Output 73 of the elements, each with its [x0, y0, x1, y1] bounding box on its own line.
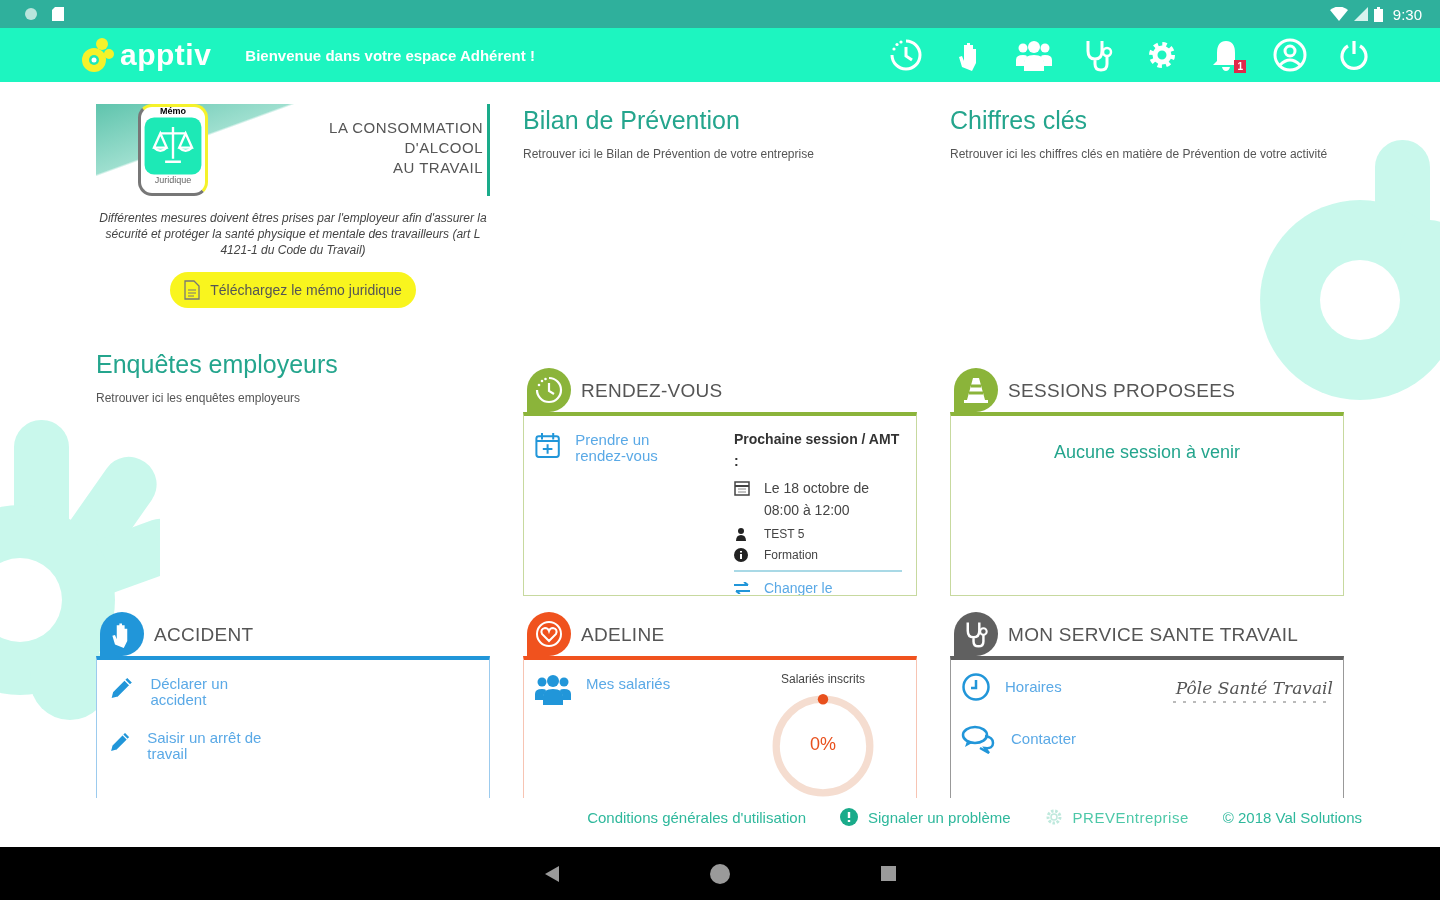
back-icon: [544, 865, 559, 882]
swap-icon: [734, 582, 750, 594]
clock-icon: [889, 38, 923, 72]
battery-icon: [1373, 6, 1383, 22]
gauge-label: Salariés inscrits: [781, 672, 865, 686]
session-type: Formation: [764, 547, 819, 563]
empty-sessions-message: Aucune session à venir: [1052, 442, 1242, 463]
section-title[interactable]: Bilan de Prévention: [523, 104, 917, 135]
service-logo: Pôle Santé Travail: [1173, 672, 1333, 776]
section-description: Retrouver ici le Bilan de Prévention de votre entreprise: [523, 147, 815, 162]
card-title: SESSIONS PROPOSEES: [1008, 380, 1236, 403]
memo-title-line: D'ALCOOL: [404, 138, 483, 158]
back-button[interactable]: [544, 865, 559, 882]
clock-time: 9:30: [1392, 5, 1422, 23]
session-date: Le 18 octobre de 08:00 à 12:00: [764, 479, 871, 520]
card-title: MON SERVICE SANTE TRAVAIL: [1008, 624, 1299, 647]
terms-link[interactable]: Conditions générales d'utilisation: [587, 808, 806, 826]
section-title[interactable]: Chiffres clés: [950, 104, 1344, 135]
logo-icon: [80, 36, 114, 74]
person-icon: [734, 527, 748, 541]
home-icon: [708, 862, 731, 885]
notification-icon: [24, 7, 38, 21]
memo-description: Différentes mesures doivent êtres prises par l'employeur afin d'assurer la sécurité et protéger la santé physique et mentale des travailleurs (art L 4121-1 du Code du Travail): [98, 210, 488, 258]
welcome-message: Bienvenue dans votre espace Adhérent !: [245, 46, 535, 64]
session-person: TEST 5: [764, 526, 805, 542]
group-icon: [534, 672, 572, 706]
app-logo: apptiv: [120, 38, 212, 72]
clock-icon: [961, 672, 991, 702]
document-icon: [184, 280, 201, 300]
memo-subtag: Juridique: [154, 176, 192, 185]
section-title[interactable]: Enquêtes employeurs: [96, 348, 490, 379]
recents-icon: [880, 866, 896, 881]
section-description: Retrouver ici les enquêtes employeurs: [96, 391, 302, 406]
card-title: RENDEZ-VOUS: [581, 380, 723, 403]
account-icon: [1273, 38, 1307, 72]
section-description: Retrouver ici les chiffres clés en matière de Prévention de votre activité: [950, 147, 1329, 162]
next-session-title: Prochaine session / AMT :: [734, 430, 901, 471]
info-icon: [734, 548, 748, 562]
wifi-icon: [1329, 7, 1348, 21]
signal-icon: [1353, 7, 1368, 21]
sd-card-icon: [52, 7, 64, 21]
accident-action-link[interactable]: Déclarer un accident: [107, 672, 277, 708]
cone-icon: [962, 376, 990, 404]
notifications-button[interactable]: 1: [1206, 35, 1246, 75]
memo-title-line: AU TRAVAIL: [392, 158, 483, 178]
download-button[interactable]: Téléchargez le mémo juridique: [170, 272, 416, 308]
alert-icon: [840, 808, 858, 826]
accident-action-link[interactable]: Saisir un arrêt de travail: [107, 726, 277, 762]
progress-marker: [817, 694, 829, 705]
notification-badge: 1: [1234, 60, 1246, 73]
memo-title-line: LA CONSOMMATION: [329, 118, 483, 138]
employees-link[interactable]: Mes salariés: [534, 672, 704, 784]
gauge-value: 0%: [809, 734, 837, 755]
card-title: ACCIDENT: [154, 624, 254, 647]
home-button[interactable]: [708, 862, 731, 885]
memo-tag: Mémo: [160, 107, 186, 116]
scale-icon: [143, 116, 203, 176]
card-title: ADELINE: [581, 624, 665, 647]
service-link[interactable]: Contacter: [961, 724, 1077, 754]
service-link[interactable]: Horaires: [961, 672, 1077, 702]
change-session-link[interactable]: Changer le: [734, 570, 902, 595]
clock-icon: [535, 376, 563, 404]
group-icon: [1015, 38, 1053, 72]
gear-icon: [1044, 808, 1063, 826]
preventreprise-link[interactable]: PREVEntreprise: [1044, 808, 1189, 826]
copyright: © 2018 Val Solutions: [1222, 808, 1362, 826]
power-icon: [1338, 39, 1370, 71]
calendar-icon: [734, 480, 750, 496]
settings-icon: [1147, 40, 1177, 70]
recents-button[interactable]: [880, 866, 896, 881]
book-appointment-link[interactable]: Prendre un rendez-vous: [534, 428, 704, 578]
report-problem-link[interactable]: Signaler un problème: [840, 808, 1011, 826]
chat-icon: [961, 724, 997, 754]
